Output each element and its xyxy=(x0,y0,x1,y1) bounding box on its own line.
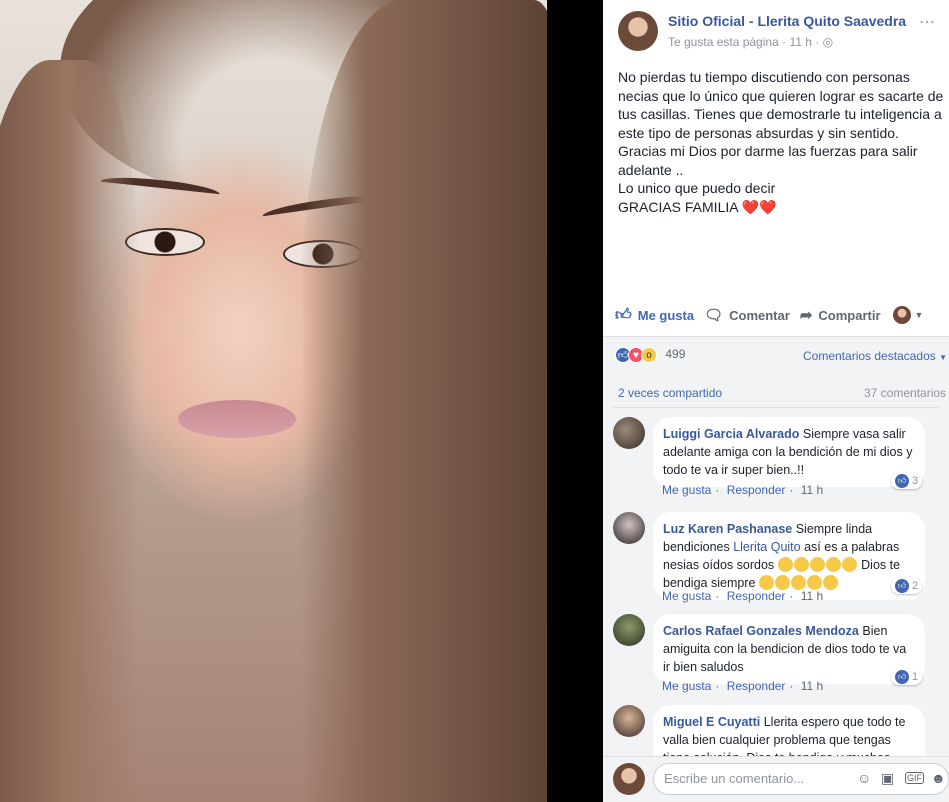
comment-bubble: Luiggi Garcia Alvarado Siempre vasa sali… xyxy=(653,417,925,487)
emoji-group xyxy=(758,575,839,590)
comments-section: 👍︎ ♥ o 499 Comentarios destacados ▼ 2 ve… xyxy=(603,336,949,757)
comment-time[interactable]: 11 h xyxy=(801,679,823,693)
comment-icon: 🗨︎ xyxy=(704,307,724,324)
comment-sort[interactable]: Comentarios destacados ▼ xyxy=(803,349,947,363)
comment-like-link[interactable]: Me gusta xyxy=(662,483,711,497)
separator-dot: · xyxy=(815,35,823,49)
page-name[interactable]: Sitio Oficial - Llerita Quito Saavedra xyxy=(668,13,906,29)
photo-lips xyxy=(178,400,296,438)
share-icon: ➦ xyxy=(799,307,813,324)
comment-bubble: Luz Karen Pashanase Siempre linda bendic… xyxy=(653,512,925,600)
thumbs-up-icon: 👍︎ xyxy=(895,670,909,684)
page-avatar[interactable] xyxy=(618,11,658,51)
post-panel: Sitio Oficial - Llerita Quito Saavedra T… xyxy=(603,0,949,802)
comment-author[interactable]: Miguel E Cuyatti xyxy=(663,715,760,729)
emoji-icon xyxy=(806,575,822,590)
caret-down-icon: ▼ xyxy=(939,353,948,362)
comment-like-count[interactable]: 👍︎ 2 xyxy=(891,578,923,594)
post-meta: Te gusta esta página · 11 h · ◎ xyxy=(668,35,833,49)
comment-time[interactable]: 11 h xyxy=(801,483,823,497)
globe-icon: ◎ xyxy=(822,35,834,49)
like-button-label: Me gusta xyxy=(637,307,695,323)
emoji-icon xyxy=(758,575,774,590)
separator-dot: · xyxy=(715,589,720,603)
thumbs-up-icon: 👍︎ xyxy=(615,306,632,324)
comment-mention[interactable]: Llerita Quito xyxy=(733,540,800,554)
comment-sort-label: Comentarios destacados xyxy=(803,349,936,363)
comment-composer: Escribe un comentario... ☺ ▣ GIF ☻ xyxy=(603,756,949,802)
comment-likes: 2 xyxy=(912,580,919,592)
comment-likes: 3 xyxy=(912,475,919,487)
photo-hair-right xyxy=(300,0,547,802)
share-button-label: Compartir xyxy=(818,307,881,323)
commenter-avatar[interactable] xyxy=(613,705,645,737)
thumbs-up-icon: 👍︎ xyxy=(895,474,909,488)
comment-like-link[interactable]: Me gusta xyxy=(662,589,711,603)
comment-like-count[interactable]: 👍︎ 3 xyxy=(891,473,923,489)
comment-button[interactable]: 🗨︎ Comentar xyxy=(704,306,790,324)
comment-author[interactable]: Luz Karen Pashanase xyxy=(663,522,792,536)
composer-avatar xyxy=(613,763,645,795)
comment-bubble: Carlos Rafael Gonzales Mendoza Bien amig… xyxy=(653,614,925,684)
comment-meta: Me gusta · Responder · 11 h xyxy=(662,679,827,693)
comment-reply-link[interactable]: Responder xyxy=(727,589,786,603)
like-page-status[interactable]: Te gusta esta página xyxy=(668,35,779,49)
emoji-icon xyxy=(825,557,841,572)
separator-dot: · xyxy=(715,483,720,497)
comment-reply-link[interactable]: Responder xyxy=(727,679,786,693)
post-as-selector[interactable]: ▼ xyxy=(892,306,924,324)
thumbs-up-icon: 👍︎ xyxy=(895,579,909,593)
emoji-picker-icon[interactable]: ☺ xyxy=(857,770,871,786)
comment-likes: 1 xyxy=(912,671,919,683)
commenter-avatar[interactable] xyxy=(613,614,645,646)
post-actions: 👍︎ Me gusta 🗨︎ Comentar ➦ Compartir ▼ xyxy=(615,300,949,330)
comments-count[interactable]: 37 comentarios xyxy=(864,386,946,400)
chevron-down-icon: ▼ xyxy=(914,310,924,320)
comment-meta: Me gusta · Responder · 11 h xyxy=(662,483,827,497)
comment-item: Miguel E Cuyatti Llerita espero que todo… xyxy=(613,705,943,757)
comment-author[interactable]: Luiggi Garcia Alvarado xyxy=(663,427,799,441)
like-button[interactable]: 👍︎ Me gusta xyxy=(615,306,694,325)
emoji-icon xyxy=(841,557,857,572)
comment-like-link[interactable]: Me gusta xyxy=(662,679,711,693)
divider xyxy=(613,407,939,408)
separator-dot: · xyxy=(789,679,794,693)
commenter-avatar[interactable] xyxy=(613,417,645,449)
comment-time[interactable]: 11 h xyxy=(801,589,823,603)
emoji-group xyxy=(777,557,858,572)
gif-icon[interactable]: GIF xyxy=(905,772,924,784)
more-options-icon[interactable]: ⋯ xyxy=(919,12,935,32)
emoji-icon xyxy=(777,557,793,572)
shares-count[interactable]: 2 veces compartido xyxy=(618,386,722,400)
camera-icon[interactable]: ▣ xyxy=(881,770,894,787)
reaction-icons: 👍︎ ♥ o xyxy=(615,347,657,363)
comment-author[interactable]: Carlos Rafael Gonzales Mendoza xyxy=(663,624,859,638)
emoji-icon xyxy=(809,557,825,572)
separator-dot: · xyxy=(789,589,794,603)
post-photo[interactable] xyxy=(0,0,547,802)
share-button[interactable]: ➦ Compartir xyxy=(800,306,881,324)
photo-hair-left xyxy=(0,60,140,802)
separator-dot: · xyxy=(789,483,794,497)
wow-reaction-icon: o xyxy=(641,347,657,363)
post-text: No pierdas tu tiempo discutiendo con per… xyxy=(618,69,944,215)
emoji-icon xyxy=(793,557,809,572)
comment-button-label: Comentar xyxy=(729,307,790,323)
separator-dot: · xyxy=(715,679,720,693)
comment-reply-link[interactable]: Responder xyxy=(727,483,786,497)
comment-bubble: Miguel E Cuyatti Llerita espero que todo… xyxy=(653,705,925,757)
emoji-icon xyxy=(822,575,838,590)
comment-meta: Me gusta · Responder · 11 h xyxy=(662,589,827,603)
reactions-count: 499 xyxy=(665,347,686,361)
commenter-avatar[interactable] xyxy=(613,512,645,544)
emoji-icon xyxy=(790,575,806,590)
post-as-avatar xyxy=(892,306,911,324)
post-header: Sitio Oficial - Llerita Quito Saavedra T… xyxy=(603,0,949,60)
sticker-icon[interactable]: ☻ xyxy=(931,770,946,786)
post-time[interactable]: 11 h xyxy=(789,35,811,49)
reactions-summary[interactable]: 👍︎ ♥ o 499 xyxy=(615,347,685,363)
emoji-icon xyxy=(774,575,790,590)
comment-like-count[interactable]: 👍︎ 1 xyxy=(891,669,923,685)
